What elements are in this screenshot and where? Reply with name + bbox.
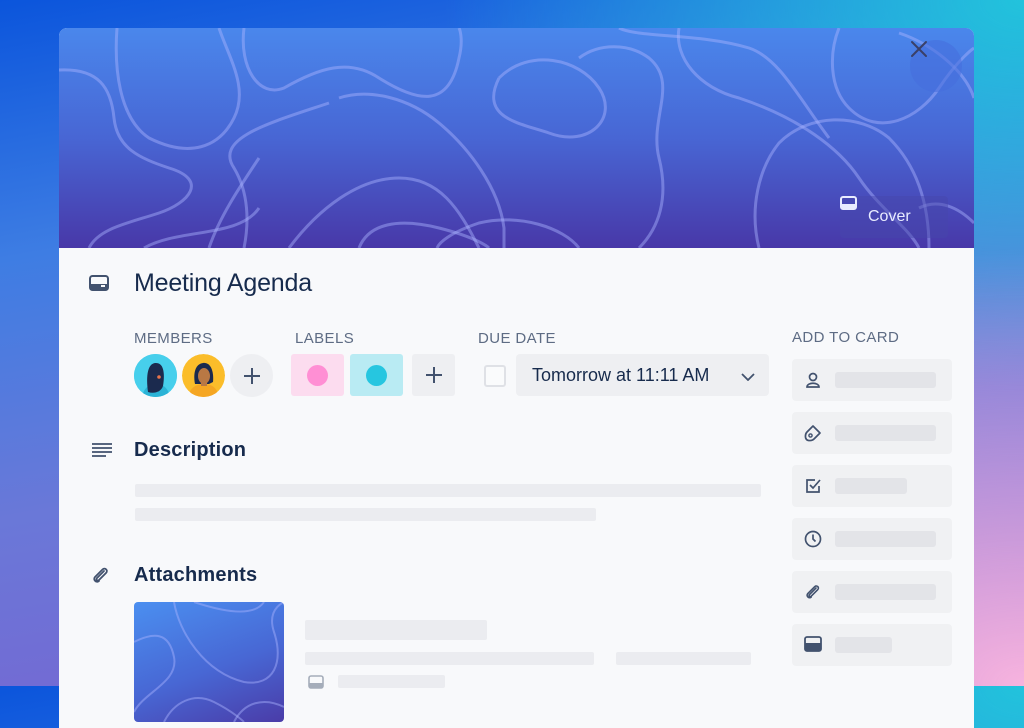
description-icon <box>92 442 112 463</box>
description-placeholder-line[interactable] <box>135 508 596 521</box>
due-date-label: DUE DATE <box>478 330 556 347</box>
button-label-placeholder <box>835 637 892 653</box>
button-label-placeholder <box>835 372 936 388</box>
chevron-down-icon <box>741 365 755 386</box>
attachment-action-placeholder <box>338 675 445 688</box>
cover-pattern <box>59 28 974 248</box>
attachment-icon <box>91 565 109 590</box>
add-to-card-heading: ADD TO CARD <box>792 329 900 346</box>
cover-button-label: Cover <box>868 208 911 225</box>
due-date-value: Tomorrow at 11:11 AM <box>532 364 710 385</box>
description-placeholder-line[interactable] <box>135 484 761 497</box>
close-icon <box>911 41 927 57</box>
button-label-placeholder <box>835 584 936 600</box>
label-color-dot <box>366 364 387 386</box>
cover-button[interactable]: Cover <box>840 196 948 238</box>
card-title[interactable]: Meeting Agenda <box>134 269 312 298</box>
plus-icon <box>425 367 442 383</box>
plus-icon <box>243 367 260 384</box>
attachment-title-placeholder <box>305 620 487 640</box>
attachment-meta-placeholder <box>616 652 751 665</box>
attachment-thumbnail[interactable] <box>134 602 284 722</box>
due-date-dropdown[interactable]: Tomorrow at 11:11 AM <box>516 354 769 396</box>
add-due-date-button[interactable] <box>792 518 952 560</box>
card-cover-icon <box>308 675 324 694</box>
close-button[interactable] <box>910 40 962 92</box>
member-avatar-2[interactable] <box>182 354 225 397</box>
add-label-button[interactable] <box>412 354 455 396</box>
label-icon <box>804 424 822 447</box>
members-label: MEMBERS <box>134 330 213 347</box>
due-date-complete-checkbox[interactable] <box>484 365 506 387</box>
add-cover-button[interactable] <box>792 624 952 666</box>
button-label-placeholder <box>835 425 936 441</box>
member-avatar-1[interactable] <box>134 354 177 397</box>
checklist-icon <box>804 477 822 500</box>
label-chip-pink[interactable] <box>291 354 344 396</box>
description-heading: Description <box>134 439 247 461</box>
attachments-heading: Attachments <box>134 564 258 586</box>
button-label-placeholder <box>835 478 907 494</box>
clock-icon <box>804 530 822 553</box>
add-members-button[interactable] <box>792 359 952 401</box>
add-checklist-button[interactable] <box>792 465 952 507</box>
labels-label: LABELS <box>295 330 355 347</box>
attachment-icon <box>804 583 822 606</box>
button-label-placeholder <box>835 531 936 547</box>
card-detail-modal: Cover Meeting Agenda MEMBERS LABELS DUE … <box>59 28 974 728</box>
label-color-dot <box>307 364 328 386</box>
cover-icon <box>804 636 822 657</box>
card-cover: Cover <box>59 28 974 248</box>
label-chip-cyan[interactable] <box>350 354 403 396</box>
attachment-meta-placeholder <box>305 652 594 665</box>
member-icon <box>804 371 822 394</box>
add-member-button[interactable] <box>230 354 273 397</box>
add-labels-button[interactable] <box>792 412 952 454</box>
add-attachment-button[interactable] <box>792 571 952 613</box>
card-icon <box>89 275 109 296</box>
